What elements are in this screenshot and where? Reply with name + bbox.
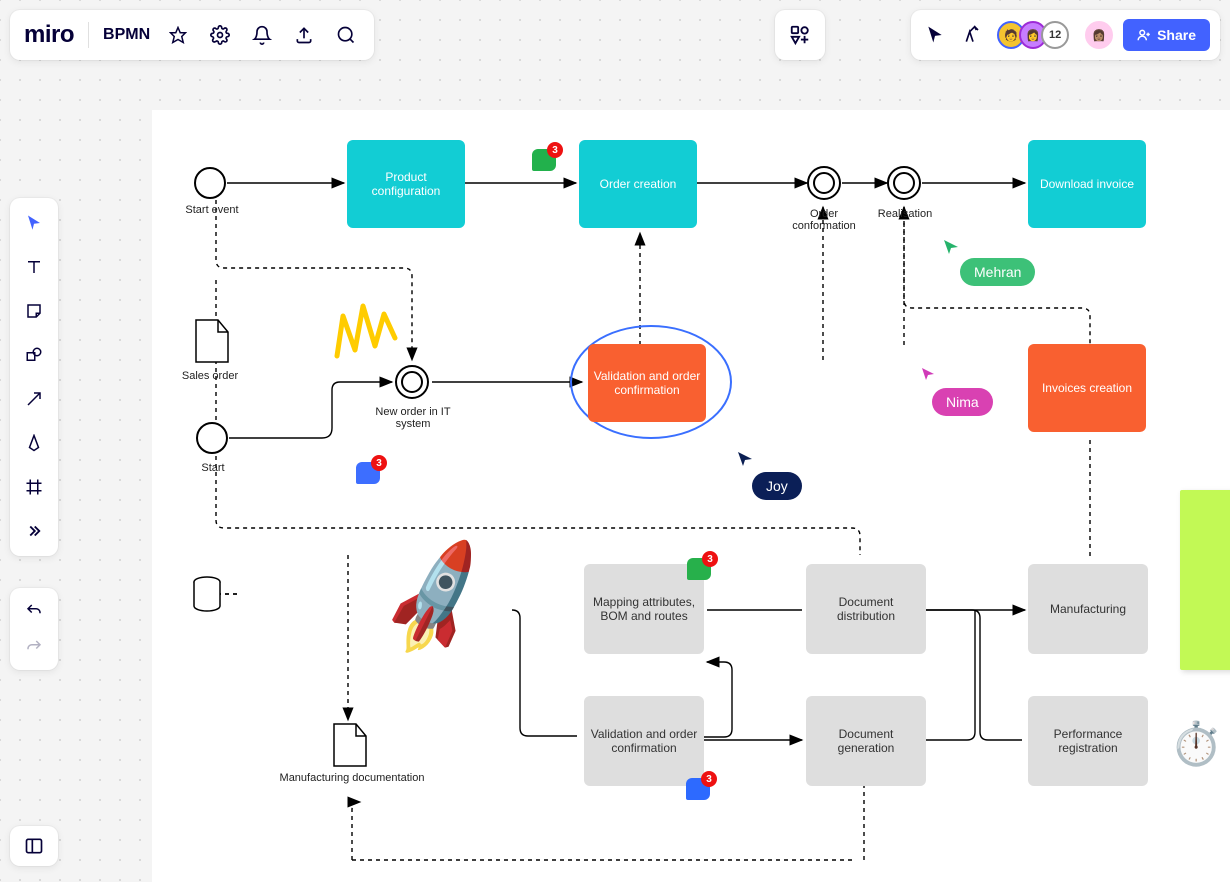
toolbar <box>10 198 58 556</box>
cursor-joy: Joy <box>752 472 802 500</box>
node-mapping[interactable]: Mapping attributes, BOM and routes <box>584 564 704 654</box>
comment-icon[interactable]: 3 <box>532 149 556 171</box>
sticky-note[interactable] <box>1180 490 1230 670</box>
shape-tool[interactable] <box>16 340 52 370</box>
comment-badge: 3 <box>701 771 717 787</box>
notification-icon[interactable] <box>248 21 276 49</box>
cursor-icon <box>736 450 754 468</box>
manufacturing-doc-label: Manufacturing documentation <box>272 772 432 784</box>
node-invoices-creation[interactable]: Invoices creation <box>1028 344 1146 432</box>
search-icon[interactable] <box>332 21 360 49</box>
bpmn-start-event[interactable] <box>196 422 228 454</box>
sticky-tool[interactable] <box>16 296 52 326</box>
bpmn-intermediate-event[interactable] <box>807 166 841 200</box>
scribble-annotation[interactable] <box>329 296 399 366</box>
frame-tool[interactable] <box>16 472 52 502</box>
comment-icon[interactable]: 3 <box>687 558 711 580</box>
pen-tool[interactable] <box>16 428 52 458</box>
cursor-tool-icon[interactable] <box>921 21 949 49</box>
node-download-invoice[interactable]: Download invoice <box>1028 140 1146 228</box>
start-label: Start <box>188 462 238 474</box>
cursor-icon <box>920 366 936 382</box>
order-conformation-label: Order conformation <box>782 208 866 232</box>
bpmn-start-event[interactable] <box>194 167 226 199</box>
redo-button[interactable] <box>16 632 52 662</box>
settings-icon[interactable] <box>206 21 234 49</box>
miro-logo[interactable]: miro <box>24 21 74 49</box>
share-button[interactable]: Share <box>1123 19 1210 51</box>
document-icon[interactable] <box>194 318 230 364</box>
node-manufacturing[interactable]: Manufacturing <box>1028 564 1148 654</box>
node-order-creation[interactable]: Order creation <box>579 140 697 228</box>
node-validation-grey[interactable]: Validation and order confirmation <box>584 696 704 786</box>
divider <box>88 22 89 48</box>
board-title[interactable]: BPMN <box>103 26 150 44</box>
stopwatch-emoji[interactable]: ⏱️ <box>1170 720 1222 769</box>
star-icon[interactable] <box>164 21 192 49</box>
new-order-label: New order in IT system <box>364 406 462 430</box>
node-validation-confirmation[interactable]: Validation and order confirmation <box>588 344 706 422</box>
sales-order-label: Sales order <box>170 370 250 382</box>
undo-redo <box>10 588 58 670</box>
panel-toggle-button[interactable] <box>10 826 58 866</box>
share-label: Share <box>1157 27 1196 43</box>
header-bar: miro BPMN <box>10 10 374 60</box>
bpmn-intermediate-event[interactable] <box>887 166 921 200</box>
node-doc-generation[interactable]: Document generation <box>806 696 926 786</box>
export-icon[interactable] <box>290 21 318 49</box>
canvas[interactable]: Start event Product configuration 3 Orde… <box>152 110 1230 882</box>
avatar-overflow[interactable]: 12 <box>1041 21 1069 49</box>
realisation-label: Realisation <box>870 208 940 220</box>
node-doc-distribution[interactable]: Document distribution <box>806 564 926 654</box>
rocket-emoji[interactable]: 🚀 <box>369 534 505 666</box>
cursor-icon <box>942 238 960 256</box>
avatar-stack[interactable]: 🧑 👩 12 <box>997 21 1069 49</box>
comment-icon[interactable]: 3 <box>356 462 380 484</box>
bpmn-intermediate-event[interactable] <box>395 365 429 399</box>
start-event-label: Start event <box>174 204 250 216</box>
add-apps-button[interactable] <box>775 10 825 60</box>
node-product-configuration[interactable]: Product configuration <box>347 140 465 228</box>
text-tool[interactable] <box>16 252 52 282</box>
document-icon[interactable] <box>332 722 368 768</box>
comment-icon[interactable]: 3 <box>686 778 710 800</box>
comment-badge: 3 <box>371 455 387 471</box>
undo-button[interactable] <box>16 596 52 626</box>
node-performance-reg[interactable]: Performance registration <box>1028 696 1148 786</box>
reactions-icon[interactable] <box>959 21 987 49</box>
arrow-tool[interactable] <box>16 384 52 414</box>
comment-badge: 3 <box>547 142 563 158</box>
presence-bar: 🧑 👩 12 👩🏽 Share <box>911 10 1220 60</box>
datastore-icon[interactable] <box>192 576 222 612</box>
avatar-self[interactable]: 👩🏽 <box>1085 21 1113 49</box>
cursor-nima: Nima <box>932 388 993 416</box>
select-tool[interactable] <box>16 208 52 238</box>
more-tools[interactable] <box>16 516 52 546</box>
cursor-mehran: Mehran <box>960 258 1035 286</box>
comment-badge: 3 <box>702 551 718 567</box>
